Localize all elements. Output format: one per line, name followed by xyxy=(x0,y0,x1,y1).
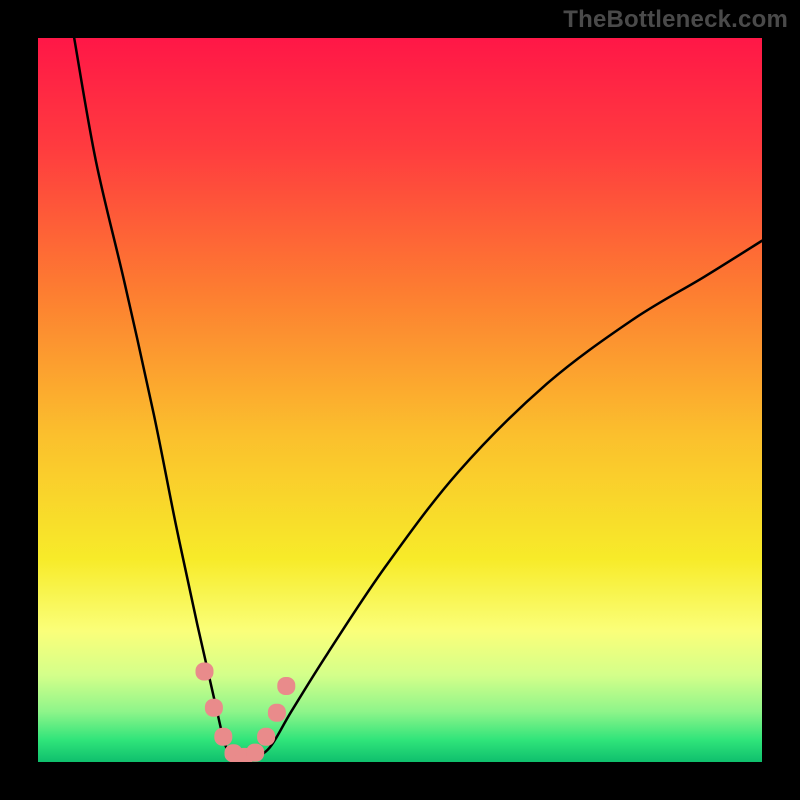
highlight-dot xyxy=(268,704,286,722)
highlight-dot xyxy=(214,728,232,746)
chart-frame: TheBottleneck.com xyxy=(0,0,800,800)
highlight-dot xyxy=(196,663,214,681)
bottleneck-chart xyxy=(38,38,762,762)
watermark-text: TheBottleneck.com xyxy=(563,6,788,34)
plot-area xyxy=(38,38,762,762)
highlight-dot xyxy=(246,744,264,762)
highlight-dot xyxy=(257,728,275,746)
highlight-dot xyxy=(277,677,295,695)
gradient-background xyxy=(38,38,762,762)
highlight-dot xyxy=(205,699,223,717)
